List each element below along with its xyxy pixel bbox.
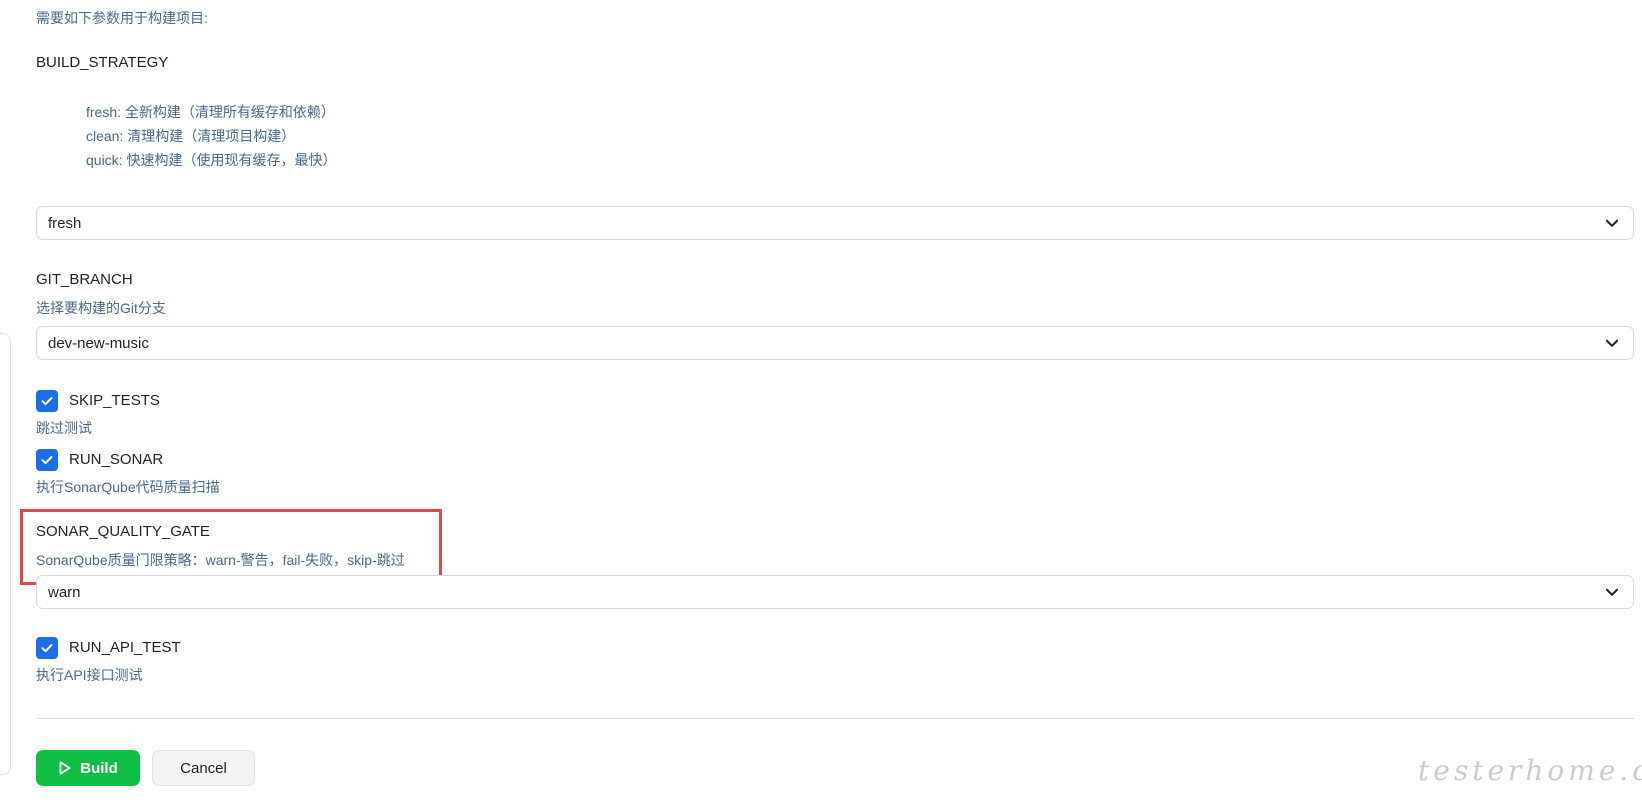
sonar-quality-gate-description: SonarQube质量门限策略：warn-警告，fail-失败，skip-跳过 [36, 552, 405, 568]
chevron-down-icon [1605, 219, 1619, 227]
git-branch-select[interactable]: dev-new-music [36, 326, 1634, 360]
build-strategy-label: BUILD_STRATEGY [36, 54, 169, 71]
chevron-down-icon [1605, 339, 1619, 347]
chevron-down-icon [1605, 588, 1619, 596]
git-branch-description: 选择要构建的Git分支 [36, 300, 166, 316]
sonar-quality-gate-select[interactable]: warn [36, 575, 1634, 609]
run-api-test-checkbox[interactable] [36, 637, 58, 659]
strategy-option-fresh: fresh: 全新构建（清理所有缓存和依赖） [86, 104, 335, 120]
skip-tests-label[interactable]: SKIP_TESTS [69, 392, 160, 409]
strategy-option-clean: clean: 清理构建（清理项目构建） [86, 128, 296, 144]
build-button[interactable]: Build [36, 750, 140, 786]
form-divider [36, 718, 1634, 719]
run-api-test-description: 执行API接口测试 [36, 667, 143, 683]
skip-tests-description: 跳过测试 [36, 420, 92, 436]
cancel-button-label: Cancel [180, 759, 227, 777]
build-strategy-options-description: fresh: 全新构建（清理所有缓存和依赖） clean: 清理构建（清理项目构… [86, 100, 336, 172]
watermark-text: testerhome.com [1418, 754, 1642, 787]
check-icon [41, 456, 53, 465]
intro-text: 需要如下参数用于构建项目: [36, 10, 208, 26]
run-api-test-label[interactable]: RUN_API_TEST [69, 639, 181, 656]
check-icon [41, 397, 53, 406]
build-strategy-select[interactable]: fresh [36, 206, 1634, 240]
cancel-button[interactable]: Cancel [152, 750, 255, 786]
git-branch-selected-value: dev-new-music [48, 334, 149, 352]
run-sonar-description: 执行SonarQube代码质量扫描 [36, 479, 220, 495]
run-sonar-label[interactable]: RUN_SONAR [69, 451, 163, 468]
highlight-annotation-box [20, 509, 442, 585]
strategy-option-quick: quick: 快速构建（使用现有缓存，最快） [86, 152, 337, 168]
run-sonar-checkbox[interactable] [36, 449, 58, 471]
check-icon [41, 644, 53, 653]
build-parameters-page: 需要如下参数用于构建项目: BUILD_STRATEGY fresh: 全新构建… [0, 0, 1642, 803]
left-panel-edge [0, 333, 11, 775]
build-button-label: Build [80, 759, 118, 777]
sonar-quality-gate-label: SONAR_QUALITY_GATE [36, 523, 210, 540]
sonar-quality-gate-selected-value: warn [48, 583, 81, 601]
build-strategy-selected-value: fresh [48, 214, 82, 232]
git-branch-label: GIT_BRANCH [36, 271, 133, 288]
skip-tests-checkbox[interactable] [36, 390, 58, 412]
play-icon [59, 761, 71, 775]
